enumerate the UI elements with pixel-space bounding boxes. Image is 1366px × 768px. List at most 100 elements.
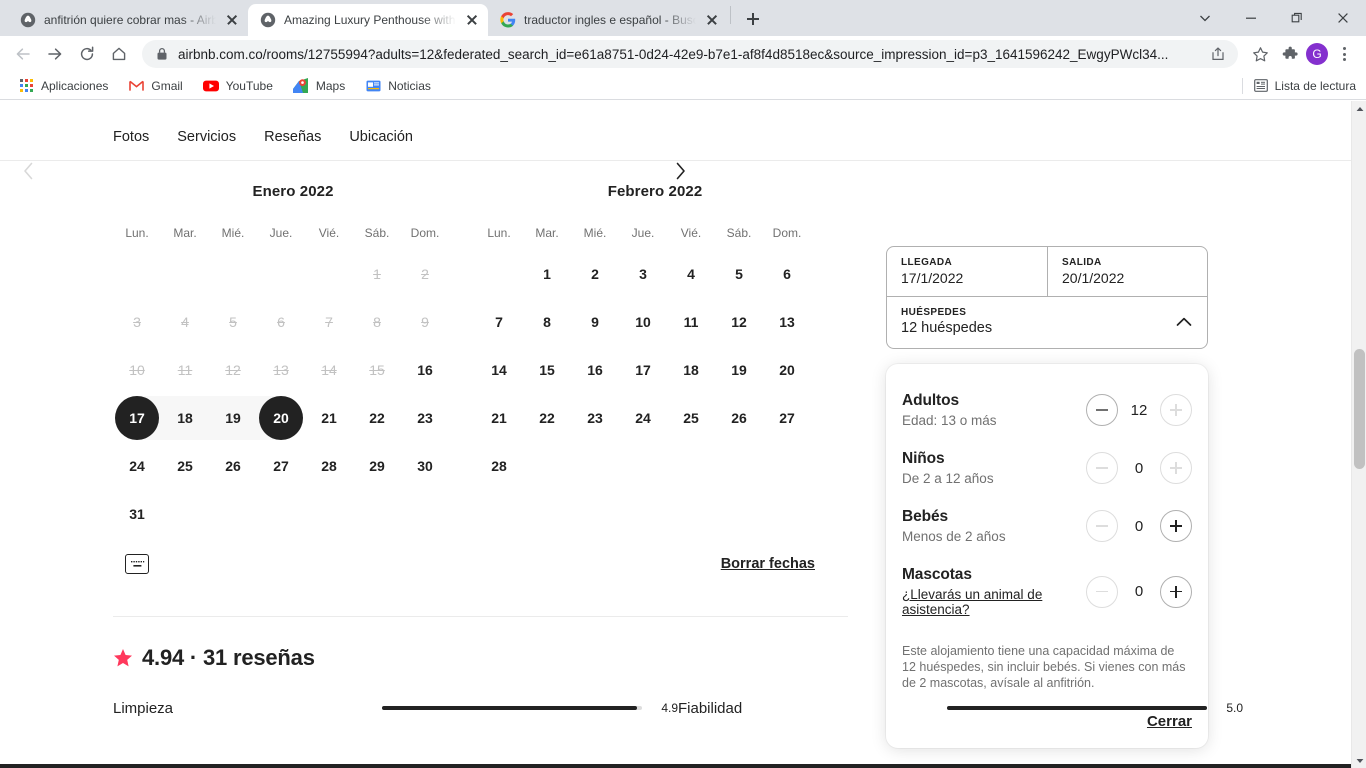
calendar-day-21[interactable]: 21 — [475, 394, 523, 442]
calendar-day-25[interactable]: 25 — [161, 442, 209, 490]
calendar-day-23[interactable]: 23 — [571, 394, 619, 442]
browser-menu-button[interactable] — [1330, 40, 1358, 68]
minimize-icon[interactable] — [1228, 0, 1274, 36]
calendar-day-3[interactable]: 3 — [619, 250, 667, 298]
bookmark-gmail[interactable]: Gmail — [120, 75, 190, 97]
new-tab-button[interactable] — [739, 5, 767, 33]
section-nav-servicios[interactable]: Servicios — [177, 129, 236, 145]
decrement-ninos-button[interactable] — [1086, 452, 1118, 484]
calendar-day-24[interactable]: 24 — [113, 442, 161, 490]
decrement-adultos-button[interactable] — [1086, 394, 1118, 426]
browser-tab-1[interactable]: anfitrión quiere cobrar mas - Airb — [8, 4, 248, 36]
calendar-day-16[interactable]: 16 — [401, 346, 449, 394]
calendar-day-13[interactable]: 13 — [763, 298, 811, 346]
bookmark-label: Maps — [315, 78, 346, 93]
guest-type-name: Adultos — [902, 392, 959, 409]
calendar-day-30[interactable]: 30 — [401, 442, 449, 490]
calendar-day-6[interactable]: 6 — [763, 250, 811, 298]
calendar-day-19[interactable]: 19 — [209, 394, 257, 442]
calendar-day-5[interactable]: 5 — [715, 250, 763, 298]
scrollbar-thumb[interactable] — [1354, 349, 1365, 469]
calendar-day-22[interactable]: 22 — [353, 394, 401, 442]
calendar-day-23[interactable]: 23 — [401, 394, 449, 442]
increment-ninos-button[interactable] — [1160, 452, 1192, 484]
calendar-day-22[interactable]: 22 — [523, 394, 571, 442]
calendar-day-28[interactable]: 28 — [305, 442, 353, 490]
chevron-up-icon[interactable] — [1175, 313, 1193, 331]
calendar-day-18[interactable]: 18 — [161, 394, 209, 442]
calendar-day-number: 1 — [373, 266, 381, 282]
calendar-next-month-button[interactable] — [666, 157, 694, 185]
calendar-day-20[interactable]: 20 — [763, 346, 811, 394]
calendar-day-26[interactable]: 26 — [209, 442, 257, 490]
tab-search-chevron-down-icon[interactable] — [1182, 0, 1228, 36]
forward-button[interactable] — [40, 39, 70, 69]
calendar-day-24[interactable]: 24 — [619, 394, 667, 442]
checkin-field[interactable]: LLEGADA 17/1/2022 — [887, 247, 1047, 296]
calendar-day-2[interactable]: 2 — [571, 250, 619, 298]
calendar-day-28[interactable]: 28 — [475, 442, 523, 490]
profile-avatar[interactable]: G — [1306, 43, 1328, 65]
calendar-day-15[interactable]: 15 — [523, 346, 571, 394]
extensions-icon[interactable] — [1276, 40, 1304, 68]
bookmark-star-icon[interactable] — [1246, 40, 1274, 68]
clear-dates-link[interactable]: Borrar fechas — [721, 556, 815, 572]
calendar-day-10[interactable]: 10 — [619, 298, 667, 346]
calendar-day-25[interactable]: 25 — [667, 394, 715, 442]
bookmark-youtube[interactable]: YouTube — [195, 75, 281, 97]
browser-tab-2[interactable]: Amazing Luxury Penthouse with P — [248, 4, 488, 36]
calendar-day-4[interactable]: 4 — [667, 250, 715, 298]
back-button[interactable] — [8, 39, 38, 69]
section-nav-fotos[interactable]: Fotos — [113, 129, 149, 145]
scroll-down-arrow-icon[interactable] — [1352, 753, 1366, 768]
calendar-day-1[interactable]: 1 — [523, 250, 571, 298]
close-icon[interactable] — [224, 12, 240, 28]
calendar-day-7[interactable]: 7 — [475, 298, 523, 346]
calendar-day-17[interactable]: 17 — [619, 346, 667, 394]
bookmark-aplicaciones[interactable]: Aplicaciones — [10, 75, 116, 97]
home-button[interactable] — [104, 39, 134, 69]
section-nav-ubicacion[interactable]: Ubicación — [349, 129, 413, 145]
increment-mascotas-button[interactable] — [1160, 575, 1192, 608]
restore-icon[interactable] — [1274, 0, 1320, 36]
decrement-mascotas-button[interactable] — [1086, 575, 1118, 608]
calendar-day-20[interactable]: 20 — [257, 394, 305, 442]
share-icon[interactable] — [1204, 40, 1232, 68]
assistance-animal-link[interactable]: ¿Llevarás un animal de asistencia? — [902, 587, 1077, 617]
calendar-day-21[interactable]: 21 — [305, 394, 353, 442]
keyboard-icon[interactable] — [125, 554, 149, 574]
close-icon[interactable] — [704, 12, 720, 28]
reload-button[interactable] — [72, 39, 102, 69]
bookmark-maps[interactable]: Maps — [285, 75, 353, 97]
scroll-up-arrow-icon[interactable] — [1352, 101, 1366, 116]
reading-list-button[interactable]: Lista de lectura — [1241, 77, 1356, 94]
calendar-day-27[interactable]: 27 — [257, 442, 305, 490]
calendar-day-8[interactable]: 8 — [523, 298, 571, 346]
guests-field[interactable]: HUÉSPEDES 12 huéspedes — [887, 296, 1207, 348]
calendar-day-19[interactable]: 19 — [715, 346, 763, 394]
section-nav-resenas[interactable]: Reseñas — [264, 129, 321, 145]
calendar-day-26[interactable]: 26 — [715, 394, 763, 442]
increment-adultos-button[interactable] — [1160, 394, 1192, 426]
decrement-bebes-button[interactable] — [1086, 510, 1118, 542]
browser-tab-3[interactable]: traductor ingles e español - Busc — [488, 4, 728, 36]
calendar-day-29[interactable]: 29 — [353, 442, 401, 490]
calendar-day-11[interactable]: 11 — [667, 298, 715, 346]
calendar-day-16[interactable]: 16 — [571, 346, 619, 394]
page-scrollbar[interactable] — [1351, 101, 1366, 768]
bookmark-noticias[interactable]: Noticias — [357, 75, 439, 97]
close-icon[interactable] — [464, 12, 480, 28]
calendar-day-17[interactable]: 17 — [113, 394, 161, 442]
calendar-prev-month-button[interactable] — [14, 157, 42, 185]
calendar-day-9[interactable]: 9 — [571, 298, 619, 346]
address-bar[interactable]: airbnb.com.co/rooms/12755994?adults=12&f… — [142, 40, 1238, 68]
calendar-day-14[interactable]: 14 — [475, 346, 523, 394]
calendar-day-31[interactable]: 31 — [113, 490, 161, 538]
increment-bebes-button[interactable] — [1160, 510, 1192, 542]
calendar-day-12[interactable]: 12 — [715, 298, 763, 346]
close-popover-link[interactable]: Cerrar — [1147, 713, 1192, 730]
calendar-day-27[interactable]: 27 — [763, 394, 811, 442]
calendar-day-18[interactable]: 18 — [667, 346, 715, 394]
checkout-field[interactable]: SALIDA 20/1/2022 — [1047, 247, 1207, 296]
close-icon[interactable] — [1320, 0, 1366, 36]
